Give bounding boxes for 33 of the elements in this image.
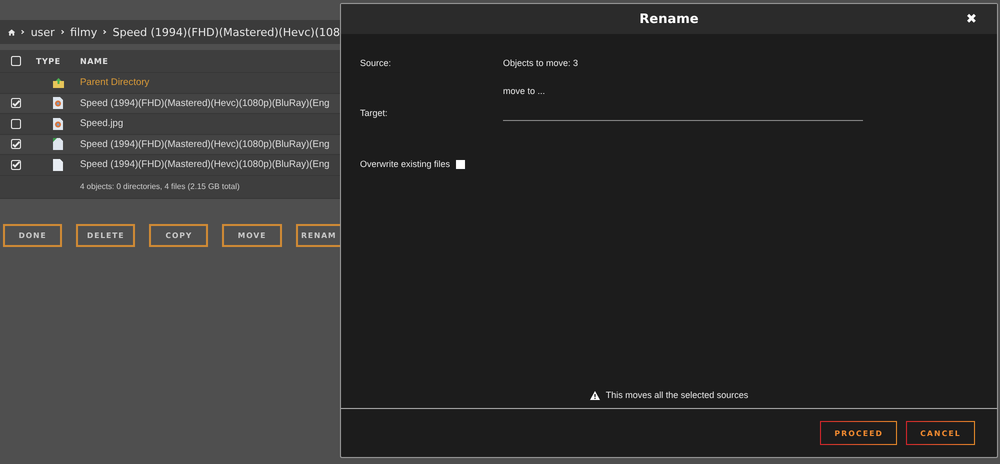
source-value: Objects to move: 3 [503,58,580,68]
checkbox[interactable] [11,56,21,66]
source-label: Source: [360,58,392,68]
overwrite-label: Overwrite existing files [360,159,450,169]
breadcrumb-item[interactable]: user [30,26,55,38]
chevron-icon [21,28,25,36]
file-name[interactable]: Speed (1994)(FHD)(Mastered)(Hevc)(1080p)(BluRay)(Eng [80,159,340,170]
target-label: Target: [360,108,389,120]
folder-up-icon [52,78,64,88]
home-icon[interactable] [8,26,16,38]
image-file-icon [53,97,63,110]
close-button[interactable]: ✖ [966,11,977,26]
checkbox[interactable] [11,139,21,150]
file-name[interactable]: Parent Directory [80,77,340,88]
file-icon [53,138,63,150]
warning-text: This moves all the selected sources [606,390,748,400]
checkbox[interactable] [11,118,21,129]
breadcrumb-item[interactable]: filmy [70,26,98,38]
file-icon [53,158,63,171]
summary-text: 4 objects: 0 directories, 4 files (2.15 GB total) [80,182,241,191]
column-header: NAME [80,56,110,66]
checkbox[interactable] [11,98,21,108]
chevron-icon [103,28,107,36]
checkbox[interactable] [11,160,21,170]
chevron-icon [60,28,64,36]
image-file-icon [53,118,63,130]
checkbox[interactable] [456,160,466,168]
file-name[interactable]: Speed.jpg [80,118,340,130]
warning-icon [590,390,600,400]
dialog-title: Rename [639,12,699,26]
breadcrumb-item[interactable]: Speed (1994)(FHD)(Mastered)(Hevc)(108 [112,26,340,38]
target-hint: move to ... [503,86,546,96]
column-header: TYPE [36,56,62,66]
